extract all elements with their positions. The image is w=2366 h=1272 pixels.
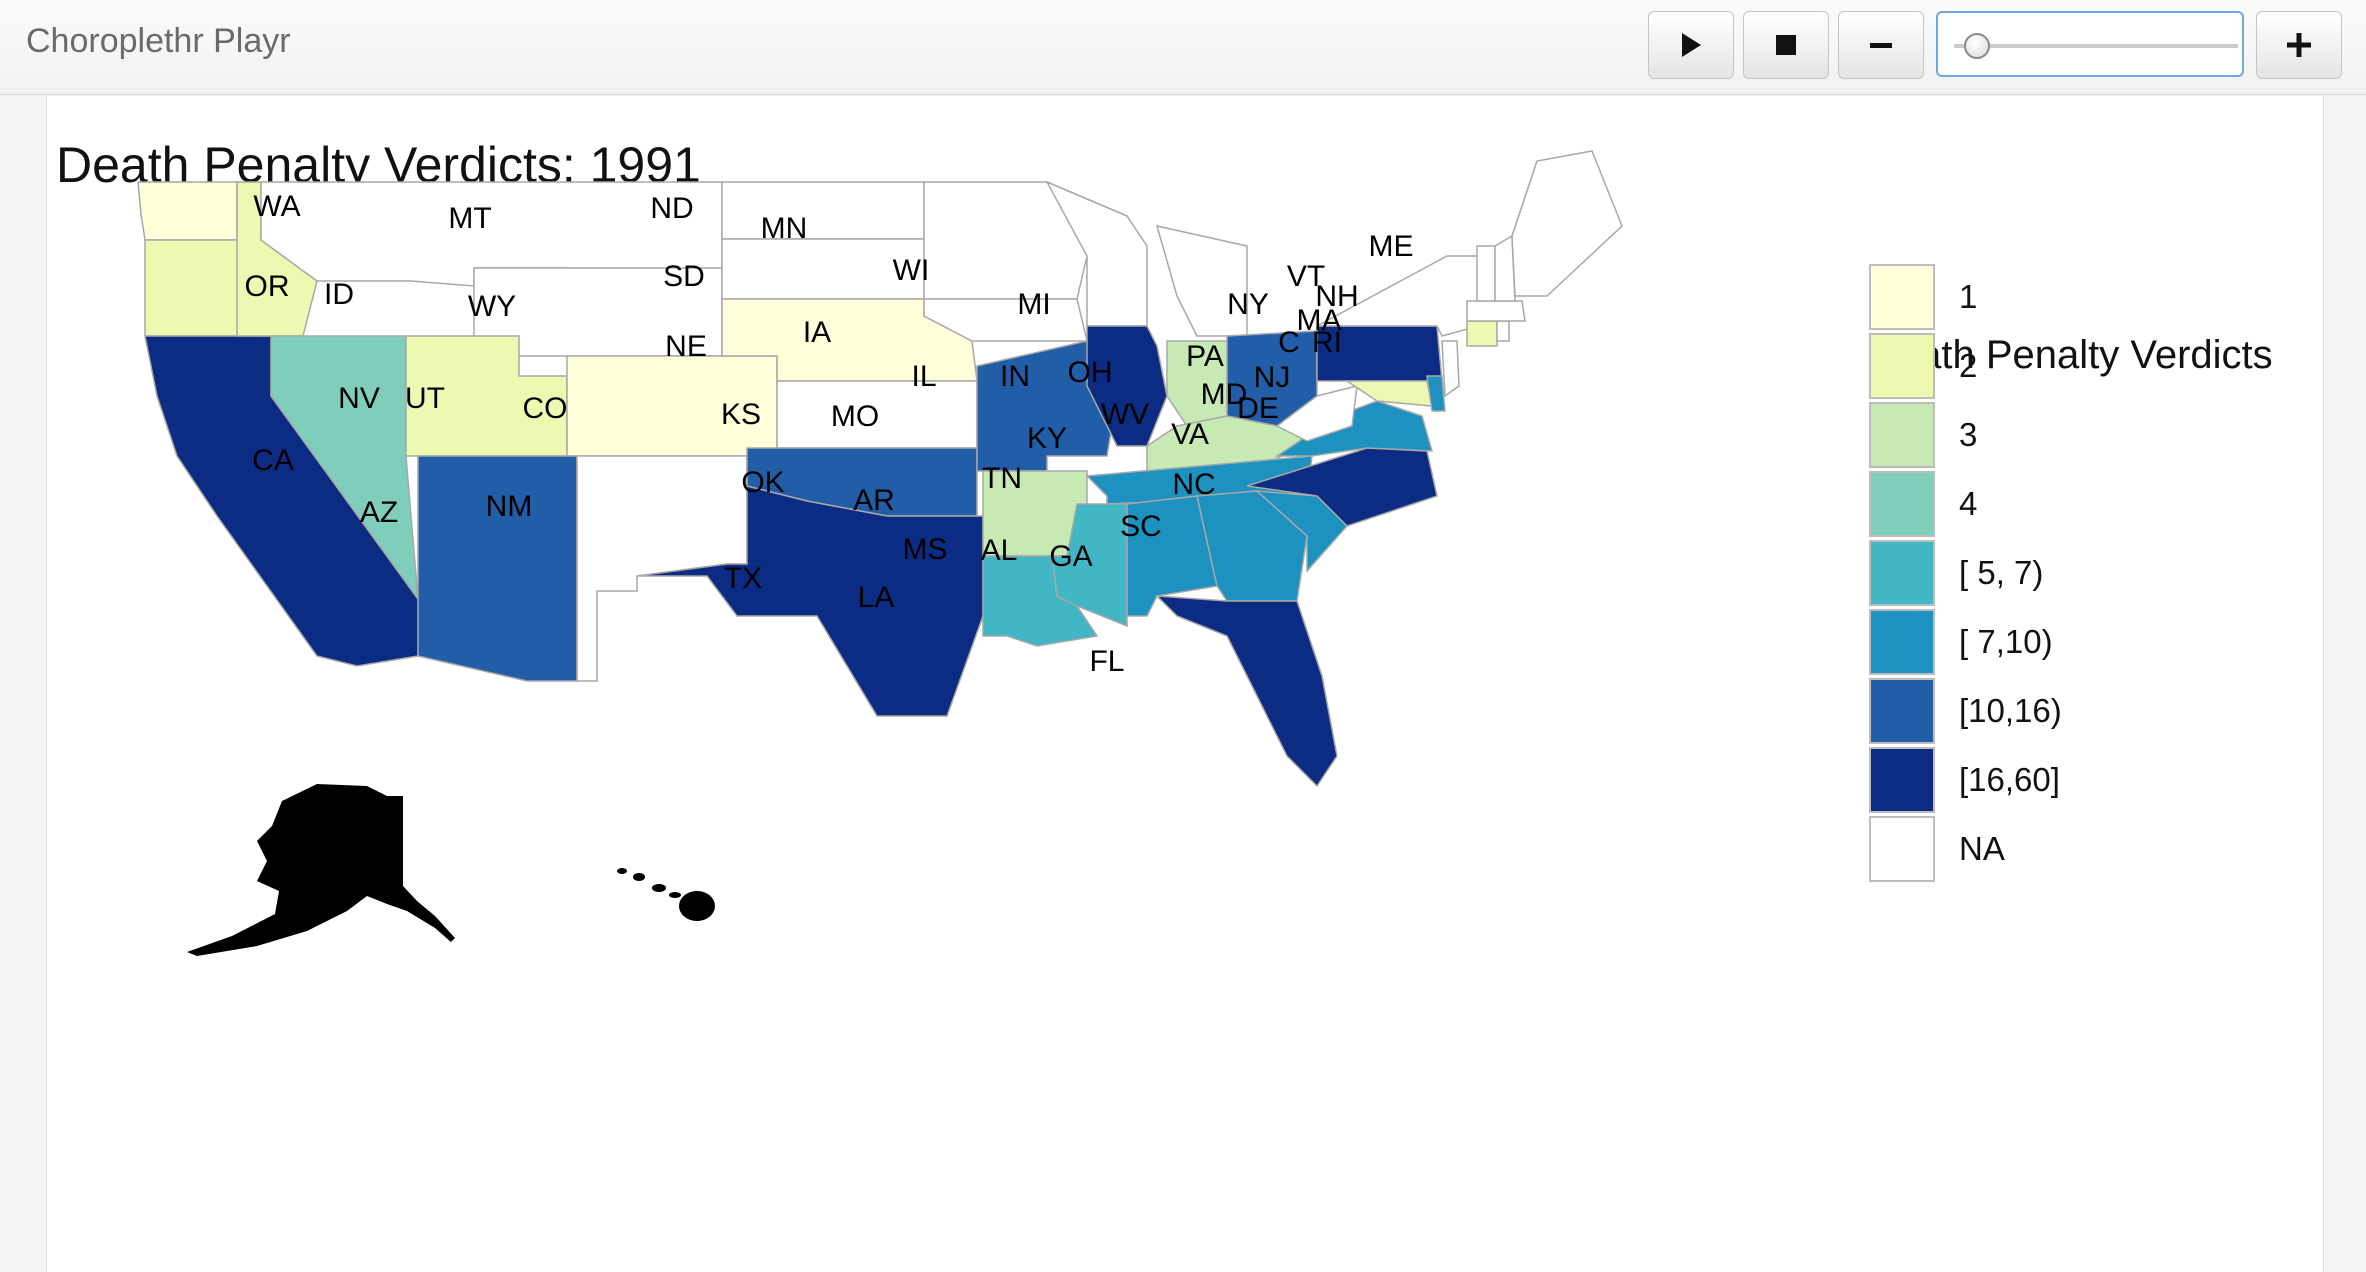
slider-thumb[interactable]: [1963, 33, 1990, 59]
legend-key: [1869, 816, 1935, 882]
state-label-mt: MT: [448, 202, 491, 235]
state-label-ks: KS: [721, 398, 761, 431]
state-label-mi: MI: [1017, 288, 1050, 321]
toolbar: Choroplethr Playr: [0, 0, 2366, 95]
state-vt: [1476, 245, 1496, 302]
state-label-wi: WI: [893, 254, 930, 287]
state-label-me: ME: [1369, 230, 1414, 263]
state-label-fl: FL: [1089, 645, 1124, 678]
stop-icon: [1775, 34, 1797, 56]
stop-button[interactable]: [1743, 11, 1829, 79]
play-button[interactable]: [1648, 11, 1734, 79]
state-label-pa: PA: [1186, 340, 1224, 373]
state-label-tn: TN: [982, 462, 1022, 495]
state-me: [1511, 150, 1623, 297]
minus-icon: [1869, 33, 1893, 57]
state-ri: [1496, 320, 1510, 342]
state-label-in: IN: [1000, 360, 1030, 393]
state-label-mo: MO: [831, 400, 879, 433]
state-label-az: AZ: [360, 496, 398, 529]
legend-key: [1869, 333, 1935, 399]
state-label-la: LA: [858, 581, 895, 614]
state-nj: [1441, 340, 1460, 398]
legend-label: [ 7,10): [1959, 623, 2053, 660]
state-label-nh: NH: [1315, 280, 1358, 313]
state-nd: [721, 181, 925, 240]
state-label-ut: UT: [405, 382, 445, 415]
legend-label: 1: [1959, 278, 1978, 315]
state-label-nv: NV: [338, 382, 380, 415]
state-label-sc: SC: [1120, 510, 1162, 543]
state-label-ne: NE: [665, 330, 707, 363]
hawaii-island: [679, 891, 715, 921]
state-label-tx: TX: [724, 562, 762, 595]
state-label-nm: NM: [486, 490, 533, 523]
state-label-ar: AR: [853, 484, 895, 517]
state-label-wv: WV: [1101, 398, 1149, 431]
state-label-ky: KY: [1027, 422, 1067, 455]
state-label-al: AL: [981, 534, 1018, 567]
hawaii-island: [652, 884, 666, 892]
legend-label: NA: [1959, 830, 2005, 867]
state-label-ok: OK: [741, 466, 784, 499]
year-slider[interactable]: [1936, 11, 2244, 77]
state-label-or: OR: [245, 270, 290, 303]
state-label-co: CO: [523, 392, 568, 425]
plus-icon: [2286, 32, 2312, 58]
hawaii-island: [669, 892, 681, 898]
state-label-ia: IA: [803, 316, 831, 349]
state-wa: [137, 181, 238, 241]
hawaii-inset: [617, 868, 715, 921]
legend-label: 2: [1959, 347, 1978, 384]
legend-label: 4: [1959, 485, 1978, 522]
state-label-sd: SD: [663, 260, 705, 293]
legend-key: [1869, 471, 1935, 537]
state-label-de: DE: [1237, 392, 1279, 425]
app-title: Choroplethr Playr: [26, 22, 291, 60]
legend-key: [1869, 402, 1935, 468]
hawaii-island: [617, 868, 627, 874]
legend-key: [1869, 678, 1935, 744]
state-ma: [1466, 300, 1526, 322]
legend-key: [1869, 540, 1935, 606]
play-icon: [1679, 31, 1703, 59]
legend-label: 3: [1959, 416, 1978, 453]
legend-key: [1869, 609, 1935, 675]
step-back-button[interactable]: [1838, 11, 1924, 79]
state-label-wa: WA: [253, 190, 300, 223]
legend-label: [10,16): [1959, 692, 2062, 729]
state-fl: [1155, 595, 1338, 788]
step-forward-button[interactable]: [2256, 11, 2342, 79]
state-label-id: ID: [324, 278, 354, 311]
state-label-ny: NY: [1227, 288, 1269, 321]
legend-key: [1869, 264, 1935, 330]
state-md: [1344, 380, 1433, 407]
state-label-wy: WY: [468, 290, 516, 323]
state-label-nc: NC: [1172, 468, 1215, 501]
state-label-ms: MS: [903, 533, 948, 566]
us-choropleth-map: WA OR CA ID NV MT WY UT CO AZ NM ND SD NE KS OK TX MN IA MO…: [137, 150, 1623, 956]
state-label-mn: MN: [761, 212, 808, 245]
state-label-nj: NJ: [1254, 361, 1291, 394]
hawaii-island: [633, 873, 645, 881]
legend-label: [ 5, 7): [1959, 554, 2044, 591]
slider-track: [1954, 33, 2238, 59]
state-label-ca: CA: [252, 444, 294, 477]
state-label-va: VA: [1171, 418, 1209, 451]
legend-key: [1869, 747, 1935, 813]
alaska-inset: [187, 784, 455, 956]
state-label-il: IL: [911, 360, 936, 393]
state-label-nd: ND: [650, 192, 693, 225]
map-panel: Death Penalty Verdicts: 1991 WA OR CA ID NV M…: [46, 96, 2324, 1272]
legend-label: [16,60]: [1959, 761, 2060, 798]
state-c: [1466, 320, 1498, 347]
state-label-ga: GA: [1049, 540, 1092, 573]
state-label-oh: OH: [1068, 356, 1113, 389]
